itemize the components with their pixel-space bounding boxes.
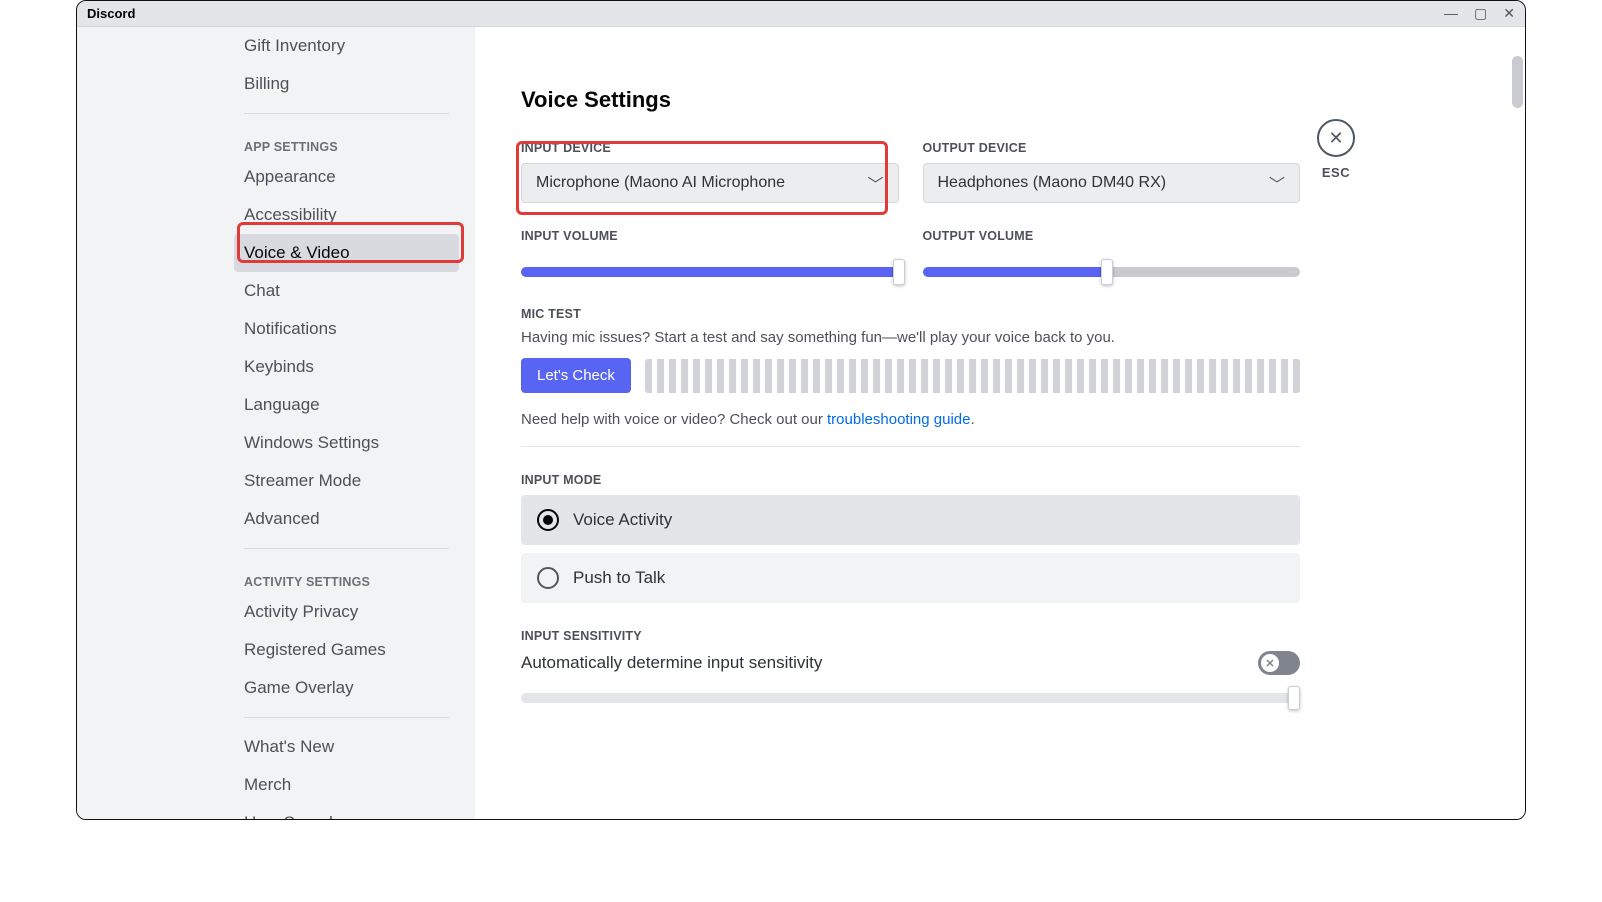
close-settings: ✕ ESC xyxy=(1317,119,1355,180)
radio-push-to-talk[interactable]: Push to Talk xyxy=(521,553,1300,603)
app-title: Discord xyxy=(87,6,135,21)
window-controls: — ▢ ✕ xyxy=(1444,5,1515,22)
close-button[interactable]: ✕ xyxy=(1317,119,1355,157)
sidebar-item-billing[interactable]: Billing xyxy=(234,65,459,103)
output-volume-label: OUTPUT VOLUME xyxy=(923,229,1301,243)
sidebar-item-whats-new[interactable]: What's New xyxy=(234,728,459,766)
mic-test-description: Having mic issues? Start a test and say … xyxy=(521,329,1300,346)
sidebar-item-appearance[interactable]: Appearance xyxy=(234,158,459,196)
input-sensitivity-label: INPUT SENSITIVITY xyxy=(521,629,1300,643)
troubleshooting-link[interactable]: troubleshooting guide xyxy=(827,411,970,428)
highlight-input-device xyxy=(516,141,888,215)
input-volume-slider[interactable] xyxy=(521,267,899,277)
app-window: Discord — ▢ ✕ Gift Inventory Billing APP… xyxy=(76,0,1526,820)
radio-label: Voice Activity xyxy=(573,510,672,530)
sidebar-item-keybinds[interactable]: Keybinds xyxy=(234,348,459,386)
sidebar-item-hypesquad[interactable]: HypeSquad xyxy=(234,804,459,819)
radio-selected-icon xyxy=(537,509,559,531)
help-text: Need help with voice or video? Check out… xyxy=(521,411,1300,428)
scrollbar[interactable] xyxy=(1512,53,1523,815)
sidebar-item-notifications[interactable]: Notifications xyxy=(234,310,459,348)
output-device-label: OUTPUT DEVICE xyxy=(923,141,1301,155)
section-divider xyxy=(521,446,1300,447)
sidebar-separator xyxy=(244,113,449,114)
sidebar-item-streamer-mode[interactable]: Streamer Mode xyxy=(234,462,459,500)
output-device-value: Headphones (Maono DM40 RX) xyxy=(938,174,1167,192)
close-x-icon: ✕ xyxy=(1328,128,1343,149)
sidebar-header-app-settings: APP SETTINGS xyxy=(234,124,459,158)
toggle-off-icon: ✕ xyxy=(1261,654,1279,672)
close-icon[interactable]: ✕ xyxy=(1503,5,1515,22)
maximize-icon[interactable]: ▢ xyxy=(1474,5,1487,22)
input-volume-label: INPUT VOLUME xyxy=(521,229,899,243)
sidebar-item-activity-privacy[interactable]: Activity Privacy xyxy=(234,593,459,631)
sidebar-item-merch[interactable]: Merch xyxy=(234,766,459,804)
sensitivity-slider[interactable] xyxy=(521,693,1300,703)
auto-sensitivity-toggle[interactable]: ✕ xyxy=(1258,651,1300,675)
titlebar: Discord — ▢ ✕ xyxy=(77,1,1525,27)
output-volume-slider[interactable] xyxy=(923,267,1301,277)
page-title: Voice Settings xyxy=(521,87,1300,113)
sidebar-separator xyxy=(244,717,449,718)
lets-check-button[interactable]: Let's Check xyxy=(521,358,631,393)
sidebar-item-chat[interactable]: Chat xyxy=(234,272,459,310)
mic-level-meter xyxy=(645,359,1300,393)
chevron-down-icon: ﹀ xyxy=(1269,171,1285,195)
sidebar-separator xyxy=(244,548,449,549)
sidebar-item-registered-games[interactable]: Registered Games xyxy=(234,631,459,669)
settings-sidebar: Gift Inventory Billing APP SETTINGS Appe… xyxy=(77,27,475,819)
auto-sensitivity-label: Automatically determine input sensitivit… xyxy=(521,653,822,673)
sidebar-header-activity-settings: ACTIVITY SETTINGS xyxy=(234,559,459,593)
sidebar-item-gift-inventory[interactable]: Gift Inventory xyxy=(234,27,459,65)
esc-label: ESC xyxy=(1322,165,1350,180)
highlight-voice-video xyxy=(237,222,464,263)
radio-voice-activity[interactable]: Voice Activity xyxy=(521,495,1300,545)
minimize-icon[interactable]: — xyxy=(1444,5,1458,22)
sidebar-item-language[interactable]: Language xyxy=(234,386,459,424)
sidebar-item-game-overlay[interactable]: Game Overlay xyxy=(234,669,459,707)
help-prefix: Need help with voice or video? Check out… xyxy=(521,411,827,428)
output-device-select[interactable]: Headphones (Maono DM40 RX) ﹀ xyxy=(923,163,1301,203)
radio-label: Push to Talk xyxy=(573,568,665,588)
help-suffix: . xyxy=(970,411,974,428)
input-mode-label: INPUT MODE xyxy=(521,473,1300,487)
radio-unselected-icon xyxy=(537,567,559,589)
sidebar-item-windows-settings[interactable]: Windows Settings xyxy=(234,424,459,462)
sidebar-item-advanced[interactable]: Advanced xyxy=(234,500,459,538)
mic-test-label: MIC TEST xyxy=(521,307,1300,321)
